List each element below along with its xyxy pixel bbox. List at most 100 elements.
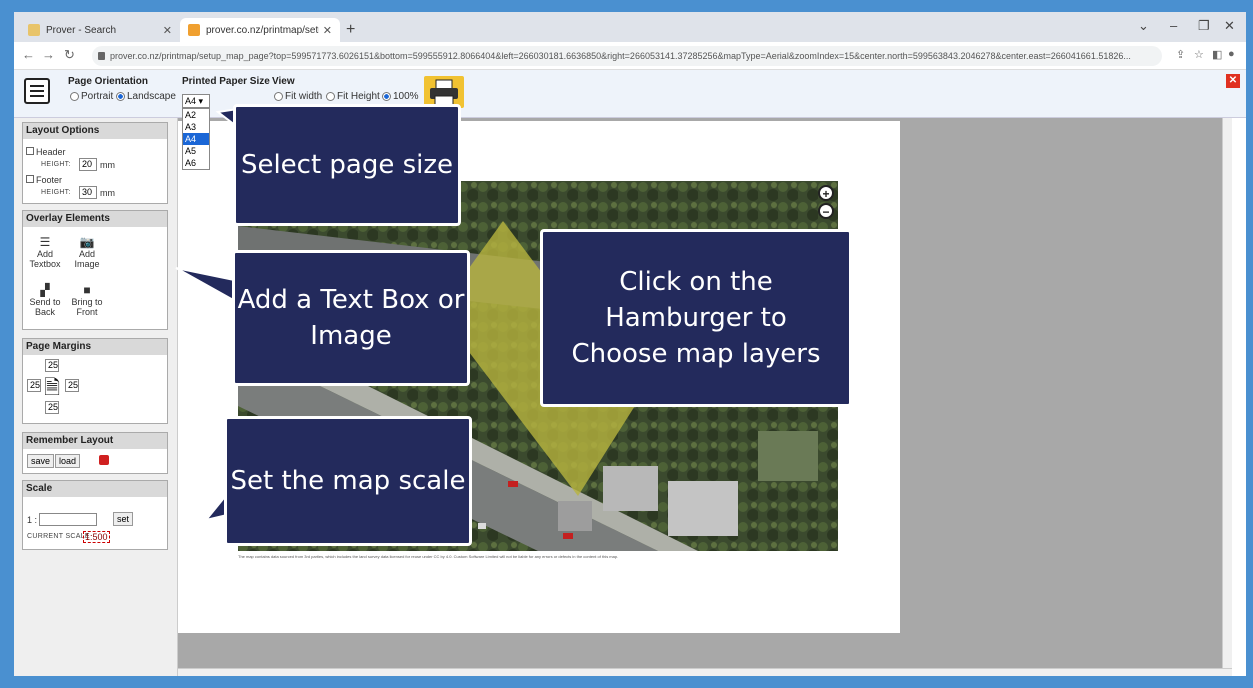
fit-height-radio[interactable]: Fit Height [326,91,380,102]
vertical-scrollbar[interactable] [1222,118,1232,668]
horizontal-scrollbar[interactable] [178,668,1232,676]
margin-bottom-input[interactable]: 25 [45,401,59,414]
callout-select-page-size: Select page size [233,104,461,226]
height-label: HEIGHT: [41,189,71,196]
zoom-100-radio[interactable]: 100% [382,91,419,102]
profile-icon[interactable]: ● [1228,48,1235,60]
header-height-input[interactable]: 20 [79,158,97,171]
header-checkbox[interactable]: Header [26,147,66,157]
restore-icon[interactable]: ❐ [1198,18,1210,34]
panel-title: Remember Layout [23,433,167,449]
tab-prover-search[interactable]: Prover - Search ✕ [20,18,180,42]
bring-front-label: Bring to Front [71,297,103,317]
paper-option[interactable]: A4 [183,133,209,145]
share-icon[interactable]: ⇪ [1176,48,1185,61]
zoom-100-label: 100% [393,91,419,102]
send-back-icon: ▞ [40,283,50,297]
margin-top-input[interactable]: 25 [45,359,59,372]
zoom-in-icon[interactable]: + [818,185,834,201]
paper-option[interactable]: A2 [183,109,209,121]
window-close-icon[interactable]: ✕ [1224,18,1235,34]
callout-add-textbox-image: Add a Text Box or Image [232,250,470,386]
page-margins-panel: Page Margins 25 25 🗎 25 25 [22,338,168,424]
back-icon[interactable]: ← [22,47,35,62]
url-field[interactable]: prover.co.nz/printmap/setup_map_page?top… [92,46,1162,66]
send-to-back-button[interactable]: ▞ Send to Back [29,283,61,317]
sidepanel-icon[interactable]: ◧ [1212,48,1222,61]
layout-options-panel: Layout Options Header HEIGHT: 20 mm Foot… [22,122,168,204]
margin-right-input[interactable]: 25 [65,379,79,392]
paper-size-value: A4 [185,96,197,106]
callout-hamburger: Click on the Hamburger to Choose map lay… [540,229,852,407]
callout-map-scale: Set the map scale [224,416,472,546]
footer-height-input[interactable]: 30 [79,186,97,199]
address-bar-row: ← → ↻ prover.co.nz/printmap/setup_map_pa… [14,42,1246,70]
load-button[interactable]: load [55,454,81,468]
overlay-elements-panel: Overlay Elements ☰ Add Textbox 📷 Add Ima… [22,210,168,330]
add-image-label: Add Image [74,249,100,269]
panel-title: Scale [23,481,167,497]
height-label: HEIGHT: [41,161,71,168]
paper-option[interactable]: A6 [183,157,209,169]
paper-size-dropdown: A2 A3 A4 A5 A6 [182,108,210,170]
zoom-out-icon[interactable]: − [818,203,834,219]
tab-title: prover.co.nz/printmap/setup_m [206,24,319,36]
scale-prefix: 1 : [27,515,38,525]
view-label: View [272,76,295,87]
add-textbox-button[interactable]: ☰ Add Textbox [29,235,61,269]
favicon-icon [28,24,40,36]
add-textbox-label: Add Textbox [29,249,61,269]
checkbox-icon [26,175,34,183]
panel-title: Page Margins [23,339,167,355]
fit-height-label: Fit Height [337,91,380,102]
portrait-label: Portrait [81,91,114,102]
add-image-button[interactable]: 📷 Add Image [71,235,103,269]
save-button[interactable]: save [27,454,55,468]
footer-checkbox[interactable]: Footer [26,175,62,185]
unit-label: mm [100,188,115,198]
bring-to-front-button[interactable]: ■ Bring to Front [71,283,103,317]
radio-icon [326,92,335,101]
radio-icon [382,92,391,101]
paper-size-select[interactable]: A4 ▾ [182,94,210,108]
chevron-down-icon[interactable]: ⌄ [1138,18,1149,34]
panel-title: Layout Options [23,123,167,139]
fit-width-radio[interactable]: Fit width [274,91,322,102]
landscape-label: Landscape [127,91,176,102]
close-icon[interactable]: ✕ [323,24,332,37]
paper-option[interactable]: A5 [183,145,209,157]
radio-icon [116,92,125,101]
set-scale-button[interactable]: set [113,512,134,526]
sidebar: Layout Options Header HEIGHT: 20 mm Foot… [14,118,178,676]
header-label: Header [36,147,66,157]
tab-printmap[interactable]: prover.co.nz/printmap/setup_m ✕ [180,18,340,42]
url-text: prover.co.nz/printmap/setup_map_page?top… [110,51,1131,61]
portrait-radio[interactable]: Portrait [70,91,113,102]
star-icon[interactable]: ☆ [1194,48,1204,61]
panel-title: Overlay Elements [23,211,167,227]
remember-layout-panel: Remember Layout save load [22,432,168,474]
hamburger-menu-button[interactable] [24,78,50,104]
current-scale-value: 1:500 [83,531,110,543]
radio-icon [274,92,283,101]
lock-icon [98,52,105,60]
reload-icon[interactable]: ↻ [64,47,75,63]
paper-option[interactable]: A3 [183,121,209,133]
close-print-button[interactable]: ✕ [1226,74,1240,88]
reset-icon[interactable] [99,455,109,465]
margin-left-input[interactable]: 25 [27,379,41,392]
minimize-icon[interactable]: – [1170,18,1177,33]
forward-icon[interactable]: → [42,47,55,62]
radio-icon [70,92,79,101]
footer-label: Footer [36,175,63,185]
orientation-label: Page Orientation [68,76,149,87]
checkbox-icon [26,147,34,155]
landscape-radio[interactable]: Landscape [116,91,176,102]
map-credit-text: The map contains data sourced from 3rd p… [238,554,619,559]
new-tab-icon[interactable]: + [346,21,355,39]
textbox-icon: ☰ [39,235,51,249]
scale-input[interactable] [39,513,97,526]
close-icon[interactable]: ✕ [163,24,172,37]
bring-front-icon: ■ [83,283,91,297]
fit-width-label: Fit width [285,91,323,102]
